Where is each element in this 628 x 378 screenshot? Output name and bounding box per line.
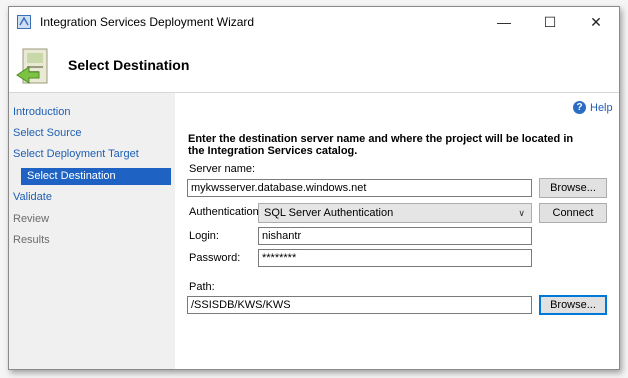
password-input[interactable]: ******** bbox=[258, 249, 532, 267]
wizard-steps-nav: Introduction Select Source Select Deploy… bbox=[9, 93, 173, 369]
login-label: Login: bbox=[189, 230, 219, 242]
wizard-header: Select Destination bbox=[9, 37, 619, 93]
nav-item-introduction[interactable]: Introduction bbox=[13, 104, 70, 121]
server-name-label: Server name: bbox=[189, 163, 256, 175]
help-icon: ? bbox=[573, 101, 586, 114]
wizard-window: Integration Services Deployment Wizard —… bbox=[8, 6, 620, 370]
login-input[interactable]: nishantr bbox=[258, 227, 532, 245]
authentication-selected-value: SQL Server Authentication bbox=[264, 207, 394, 219]
instructions-text: Enter the destination server name and wh… bbox=[188, 133, 574, 157]
minimize-button[interactable]: — bbox=[481, 7, 527, 37]
help-label: Help bbox=[590, 101, 613, 114]
nav-item-validate[interactable]: Validate bbox=[13, 189, 52, 206]
nav-item-results: Results bbox=[13, 234, 50, 246]
ssis-app-icon bbox=[16, 14, 32, 30]
deployment-wizard-icon bbox=[15, 45, 55, 87]
browse-path-button[interactable]: Browse... bbox=[539, 295, 607, 315]
nav-item-select-deployment-target[interactable]: Select Deployment Target bbox=[13, 146, 139, 163]
nav-item-select-destination[interactable]: Select Destination bbox=[21, 168, 171, 185]
nav-item-review: Review bbox=[13, 213, 50, 225]
path-input[interactable]: /SSISDB/KWS/KWS bbox=[187, 296, 532, 314]
page-title: Select Destination bbox=[68, 57, 190, 73]
authentication-label: Authentication: bbox=[189, 206, 262, 218]
title-bar[interactable]: Integration Services Deployment Wizard —… bbox=[9, 7, 619, 37]
server-name-input[interactable]: mykwsserver.database.windows.net bbox=[187, 179, 532, 197]
connect-button[interactable]: Connect bbox=[539, 203, 607, 223]
browse-server-button[interactable]: Browse... bbox=[539, 178, 607, 198]
chevron-down-icon: ∨ bbox=[518, 208, 525, 218]
password-label: Password: bbox=[189, 252, 241, 264]
window-title: Integration Services Deployment Wizard bbox=[40, 15, 255, 29]
authentication-select[interactable]: SQL Server Authentication ∨ bbox=[258, 203, 532, 223]
help-link[interactable]: ? Help bbox=[573, 101, 613, 114]
path-label: Path: bbox=[189, 281, 215, 293]
nav-item-select-source[interactable]: Select Source bbox=[13, 125, 81, 142]
destination-panel: ? Help Enter the destination server name… bbox=[175, 93, 619, 369]
maximize-button[interactable]: ☐ bbox=[527, 7, 573, 37]
close-button[interactable]: ✕ bbox=[573, 7, 619, 37]
